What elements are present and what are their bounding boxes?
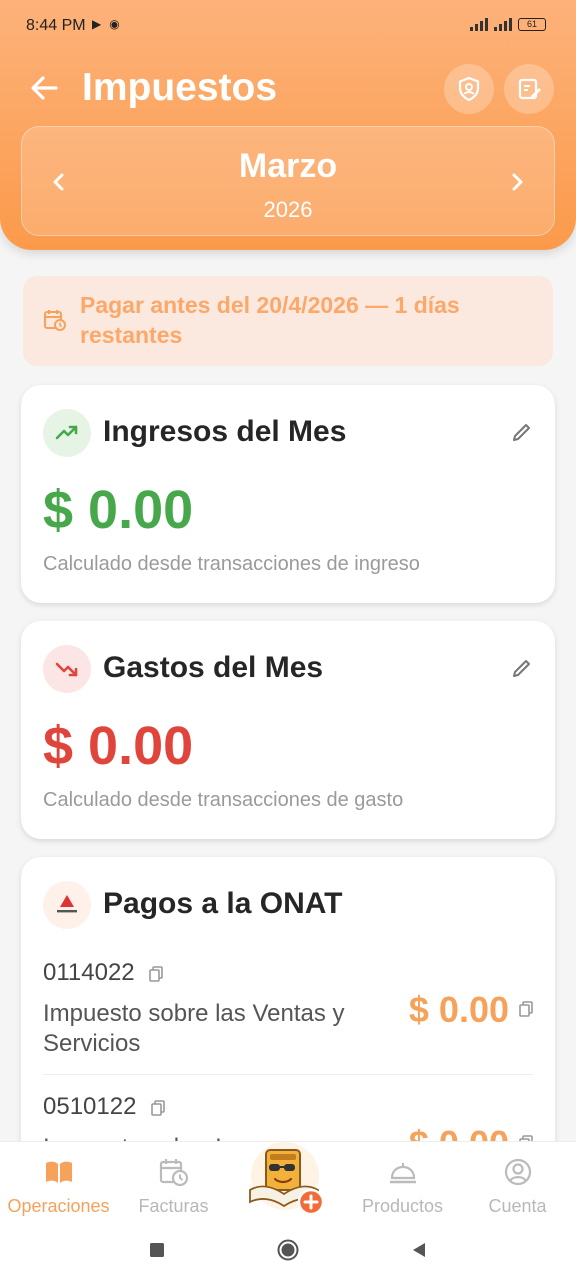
onat-title: Pagos a la ONAT bbox=[103, 887, 343, 920]
shield-icon bbox=[458, 76, 480, 102]
income-note: Calculado desde transacciones de ingreso bbox=[43, 553, 420, 575]
onat-logo bbox=[43, 881, 91, 929]
payment-row[interactable]: 0114022 Impuesto sobre las Ventas y Serv… bbox=[43, 959, 533, 1069]
trending-up-icon bbox=[43, 409, 91, 457]
page-title: Impuestos bbox=[82, 66, 278, 109]
circle-icon bbox=[277, 1239, 299, 1261]
square-icon bbox=[150, 1243, 164, 1257]
pencil-icon bbox=[513, 424, 530, 441]
book-open-icon bbox=[46, 1161, 72, 1183]
tax-screen: 8:44 PM ▶ ◉ 61 Impuestos Marzo 2026 Paga… bbox=[0, 0, 576, 1280]
nav-label: Operaciones bbox=[7, 1196, 110, 1216]
signal-icon bbox=[470, 17, 488, 31]
system-nav-bar bbox=[0, 1219, 576, 1280]
payment-description: Impuesto sobre las Ventas y Servicios bbox=[43, 1000, 345, 1057]
income-amount: $ 0.00 bbox=[43, 480, 194, 540]
shield-button[interactable] bbox=[444, 64, 494, 114]
food-tray-icon bbox=[390, 1163, 416, 1184]
header: 8:44 PM ▶ ◉ 61 Impuestos Marzo 2026 bbox=[0, 0, 576, 250]
payment-code: 0510122 bbox=[43, 1093, 165, 1121]
status-right: 61 bbox=[470, 17, 546, 31]
mascot-book-icon bbox=[249, 1142, 325, 1216]
back-system-button[interactable] bbox=[408, 1239, 430, 1261]
nav-cuenta[interactable]: Cuenta bbox=[460, 1142, 575, 1220]
month-selector: Marzo 2026 bbox=[21, 126, 555, 236]
home-button[interactable] bbox=[277, 1239, 299, 1261]
calendar-clock-icon bbox=[159, 1159, 189, 1187]
edit-income-button[interactable] bbox=[511, 421, 533, 443]
status-bar: 8:44 PM ▶ ◉ 61 bbox=[0, 0, 576, 52]
arrow-left-icon bbox=[31, 76, 58, 100]
income-title: Ingresos del Mes bbox=[103, 415, 347, 448]
notification-icons: ▶ ◉ bbox=[92, 17, 128, 31]
due-date-text: Pagar antes del 20/4/2026 — 1 días resta… bbox=[80, 292, 460, 348]
trending-down-icon bbox=[43, 645, 91, 693]
nav-label: Facturas bbox=[138, 1196, 209, 1216]
income-card[interactable]: Ingresos del Mes $ 0.00 Calculado desde … bbox=[21, 385, 555, 603]
nav-productos[interactable]: Productos bbox=[345, 1142, 460, 1220]
expense-card[interactable]: Gastos del Mes $ 0.00 Calculado desde tr… bbox=[21, 621, 555, 839]
divider bbox=[43, 1074, 533, 1075]
payment-code-text: 0510122 bbox=[43, 1093, 137, 1120]
nav-operaciones[interactable]: Operaciones bbox=[1, 1142, 116, 1220]
onat-payments-card: Pagos a la ONAT 0114022 Impuesto sobre l… bbox=[21, 857, 555, 1177]
edit-document-icon bbox=[518, 78, 541, 100]
trending-up-svg bbox=[55, 425, 78, 440]
expense-title: Gastos del Mes bbox=[103, 651, 324, 684]
expense-amount: $ 0.00 bbox=[43, 716, 194, 776]
pencil-icon bbox=[513, 660, 530, 677]
month-name: Marzo bbox=[238, 147, 338, 185]
edit-document-button[interactable] bbox=[504, 64, 554, 114]
copy-amount-icon[interactable] bbox=[519, 1001, 533, 1017]
payment-amount: $ 0.00 bbox=[408, 989, 509, 1030]
payment-code-text: 0114022 bbox=[43, 959, 135, 986]
chevron-right-icon bbox=[512, 173, 523, 191]
triangle-back-icon bbox=[413, 1243, 425, 1257]
nav-label: Productos bbox=[361, 1196, 444, 1216]
copy-icon[interactable] bbox=[151, 1099, 165, 1116]
back-button[interactable] bbox=[26, 68, 66, 108]
signal-icon-2 bbox=[494, 17, 512, 31]
onat-logo-svg bbox=[57, 895, 77, 913]
trending-down-svg bbox=[55, 662, 78, 677]
payment-code: 0114022 bbox=[43, 959, 164, 987]
account-circle-icon bbox=[504, 1158, 532, 1186]
status-time: 8:44 PM bbox=[26, 17, 86, 34]
add-operation-button[interactable] bbox=[240, 1136, 330, 1220]
expense-note: Calculado desde transacciones de gasto bbox=[43, 789, 404, 811]
recent-apps-button[interactable] bbox=[146, 1239, 168, 1261]
battery-icon: 61 bbox=[518, 17, 546, 31]
nav-label: Cuenta bbox=[488, 1196, 547, 1216]
nav-facturas[interactable]: Facturas bbox=[116, 1142, 231, 1220]
edit-expense-button[interactable] bbox=[511, 657, 533, 679]
notification-badge-icon: ◉ bbox=[109, 17, 120, 31]
calendar-clock-icon bbox=[44, 310, 66, 331]
next-month-button[interactable] bbox=[502, 167, 532, 197]
month-year: 2026 bbox=[263, 197, 313, 222]
copy-icon[interactable] bbox=[149, 965, 164, 982]
play-icon: ▶ bbox=[92, 17, 102, 31]
due-date-banner: Pagar antes del 20/4/2026 — 1 días resta… bbox=[23, 276, 553, 366]
